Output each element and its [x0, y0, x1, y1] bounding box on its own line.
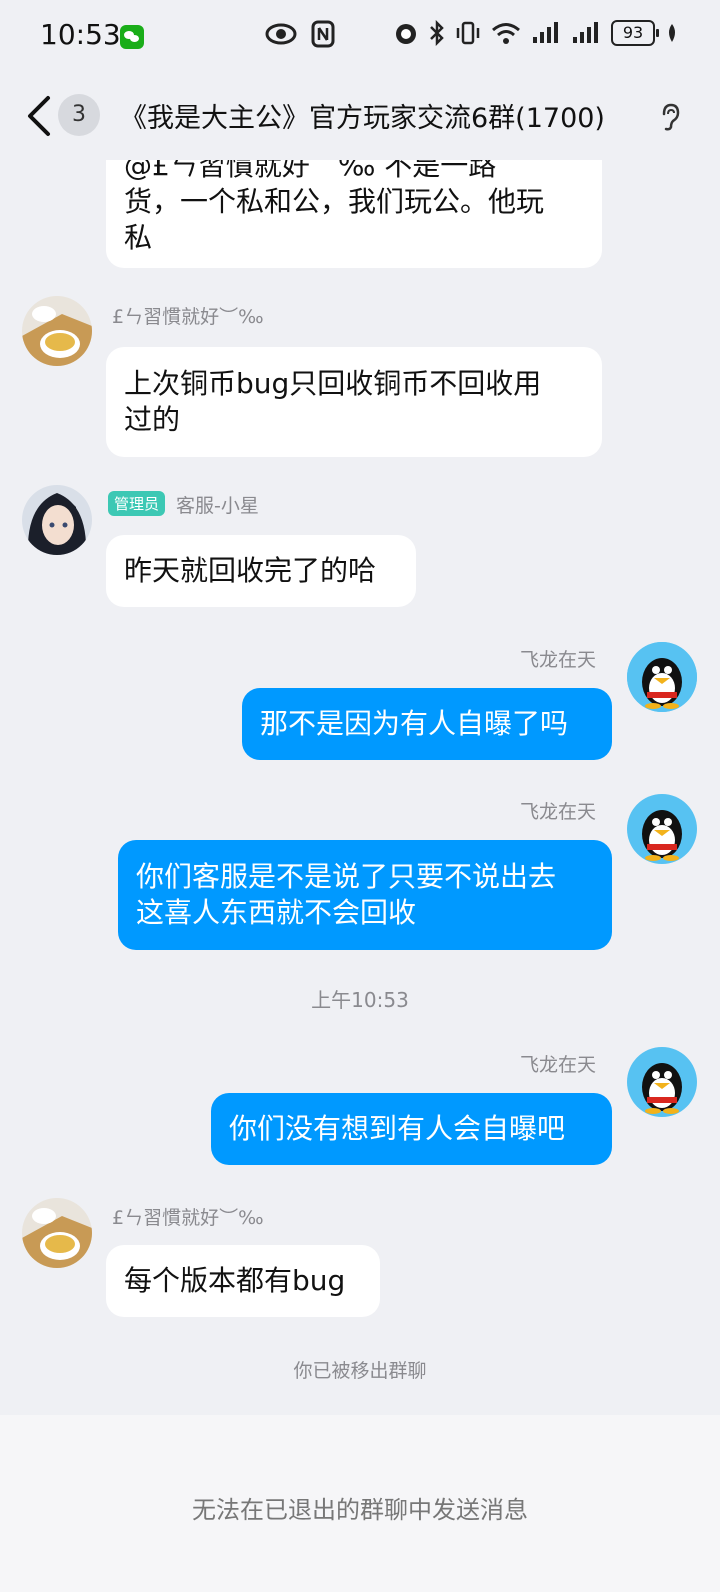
- chat-header: 3 《我是大主公》官方玩家交流6群(1700): [0, 72, 720, 160]
- message-bubble[interactable]: 你们没有想到有人会自曝吧: [211, 1093, 612, 1165]
- unread-count-badge[interactable]: 3: [58, 94, 100, 136]
- message-text: 那不是因为有人自曝了吗: [260, 707, 569, 740]
- eye-icon: [265, 23, 297, 45]
- battery-icon: 93: [611, 20, 659, 46]
- admin-badge: 管理员: [108, 491, 166, 516]
- avatar[interactable]: [22, 485, 92, 555]
- message-bubble[interactable]: 那不是因为有人自曝了吗: [242, 688, 612, 760]
- wifi-icon: [492, 23, 520, 44]
- page-title[interactable]: 《我是大主公》官方玩家交流6群(1700): [120, 96, 605, 135]
- status-time: 10:53: [40, 18, 121, 51]
- sender-name[interactable]: £ㄣ習慣就好︶‰: [112, 302, 264, 329]
- nfc-icon: [311, 20, 335, 48]
- sender-name[interactable]: £ㄣ習慣就好︶‰: [112, 1203, 264, 1230]
- leaf-icon: [669, 24, 675, 42]
- cannot-send-notice: 无法在已退出的群聊中发送消息: [192, 1496, 528, 1524]
- message-text: 昨天就回收完了的哈: [124, 554, 377, 587]
- back-arrow-icon[interactable]: [22, 94, 56, 138]
- input-disabled-panel: 无法在已退出的群聊中发送消息: [0, 1415, 720, 1592]
- message-text: 这喜人东西就不会回收: [136, 896, 417, 929]
- status-bar: 10:53 93: [0, 0, 720, 72]
- alarm-icon: [396, 24, 416, 44]
- vibrate-icon: [456, 21, 480, 45]
- message-bubble[interactable]: 昨天就回收完了的哈: [106, 535, 416, 607]
- signal-icon: [533, 22, 558, 43]
- signal-icon: [573, 22, 598, 43]
- message-text: 你们没有想到有人会自曝吧: [229, 1112, 566, 1145]
- message-text: 上次铜币bug只回收铜币不回收用: [124, 367, 542, 400]
- sender-name[interactable]: 客服-小星: [176, 491, 259, 518]
- message-bubble[interactable]: 每个版本都有bug: [106, 1245, 380, 1317]
- avatar[interactable]: [627, 1047, 697, 1117]
- message-bubble[interactable]: 你们客服是不是说了只要不说出去 这喜人东西就不会回收: [118, 840, 612, 950]
- message-text: 你们客服是不是说了只要不说出去: [136, 860, 557, 893]
- bluetooth-icon: [430, 20, 444, 46]
- sender-name[interactable]: 飞龙在天: [520, 645, 596, 672]
- system-message: 你已被移出群聊: [293, 1360, 427, 1382]
- message-text: 过的: [124, 403, 181, 436]
- avatar[interactable]: [627, 794, 697, 864]
- message-text: 私: [124, 221, 153, 254]
- avatar[interactable]: [22, 1198, 92, 1268]
- timestamp: 上午10:53: [311, 988, 409, 1012]
- message-text: 货，一个私和公，我们玩公。他玩: [124, 185, 545, 218]
- avatar[interactable]: [22, 296, 92, 366]
- ear-icon[interactable]: [658, 102, 682, 132]
- message-bubble[interactable]: 上次铜币bug只回收铜币不回收用 过的: [106, 347, 602, 457]
- avatar[interactable]: [627, 642, 697, 712]
- message-text: 每个版本都有bug: [124, 1264, 346, 1297]
- sender-name[interactable]: 飞龙在天: [520, 797, 596, 824]
- sender-name[interactable]: 飞龙在天: [520, 1050, 596, 1077]
- wechat-icon: [120, 25, 144, 49]
